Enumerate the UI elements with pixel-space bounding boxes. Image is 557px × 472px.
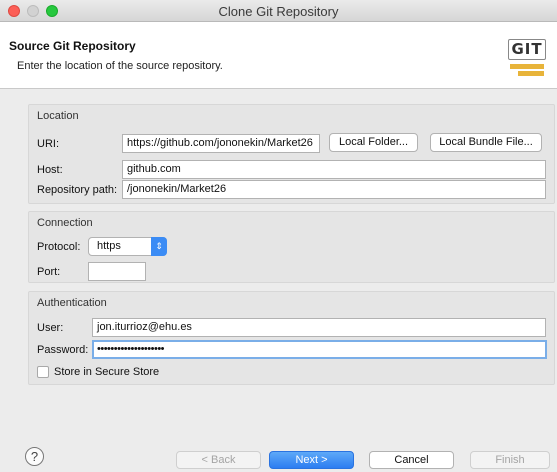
location-group-label: Location [37, 110, 79, 122]
git-logo-bar [510, 64, 544, 69]
uri-input[interactable]: https://github.com/jononekin/Market26 [122, 134, 320, 153]
host-input[interactable]: github.com [122, 160, 546, 179]
chevron-updown-icon: ⇕ [151, 237, 167, 256]
cancel-button[interactable]: Cancel [369, 451, 454, 469]
port-input[interactable] [88, 262, 146, 281]
protocol-label: Protocol: [37, 241, 81, 253]
host-label: Host: [37, 164, 63, 176]
authentication-group-label: Authentication [37, 297, 107, 309]
store-secure-checkbox[interactable] [37, 366, 49, 378]
local-folder-button[interactable]: Local Folder... [329, 133, 418, 152]
user-input[interactable]: jon.iturrioz@ehu.es [92, 318, 546, 337]
help-button[interactable]: ? [25, 447, 44, 466]
store-secure-label: Store in Secure Store [54, 366, 160, 378]
protocol-select-value: https [97, 240, 121, 252]
next-button[interactable]: Next > [269, 451, 354, 469]
local-bundle-file-button[interactable]: Local Bundle File... [430, 133, 542, 152]
finish-button[interactable]: Finish [470, 451, 550, 469]
git-logo-text: GIT [508, 39, 546, 60]
protocol-select[interactable]: https ⇕ [88, 237, 167, 256]
uri-label: URI: [37, 138, 59, 150]
page-title: Source Git Repository [9, 39, 136, 53]
user-label: User: [37, 322, 64, 334]
back-button[interactable]: < Back [176, 451, 261, 469]
wizard-header: Source Git Repository Enter the location… [0, 22, 557, 89]
password-input[interactable]: •••••••••••••••••••• [92, 340, 547, 359]
repository-path-input[interactable]: /jononekin/Market26 [122, 180, 546, 199]
page-description: Enter the location of the source reposit… [17, 60, 223, 72]
repository-path-label: Repository path: [37, 184, 118, 196]
window-title: Clone Git Repository [218, 4, 339, 19]
title-bar: Clone Git Repository [0, 0, 557, 22]
connection-group-label: Connection [37, 217, 93, 229]
git-logo-bar [518, 71, 544, 76]
port-label: Port: [37, 266, 61, 278]
password-label: Password: [37, 344, 89, 356]
git-logo-icon: GIT [508, 39, 546, 79]
